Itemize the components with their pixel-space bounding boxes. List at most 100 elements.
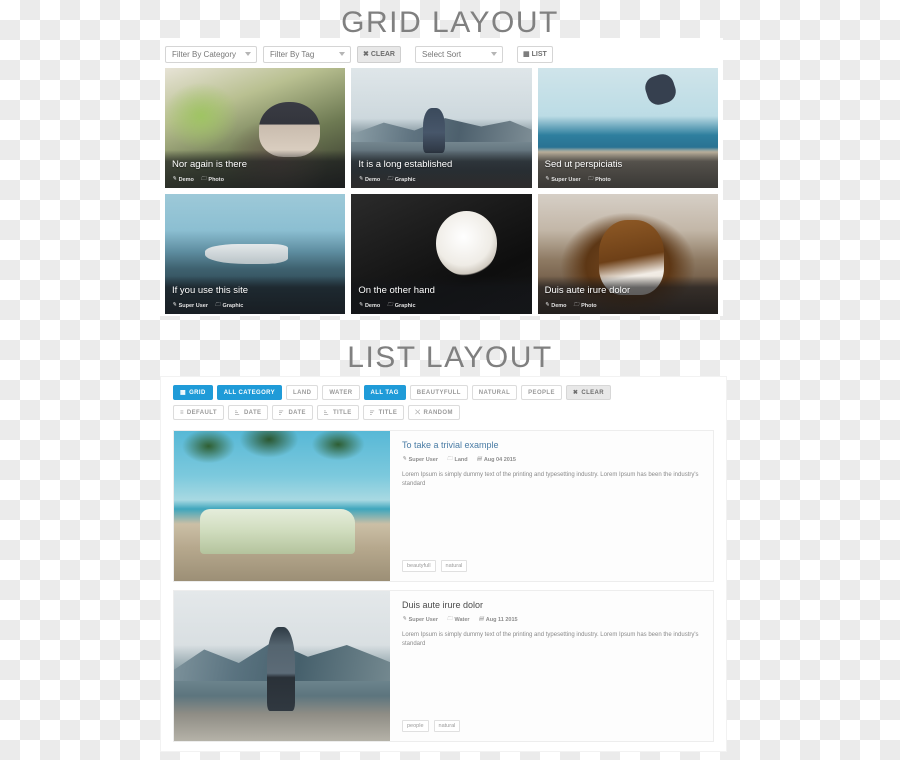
list-item-author: ✎ Super User [402,617,438,623]
list-item-category-label: Water [454,617,470,623]
list-item[interactable]: Duis aute irure dolor ✎ Super User 🗀 Water… [173,590,714,742]
list-item-title[interactable]: Duis aute irure dolor [402,600,701,610]
list-item-date-label: Aug 04 2015 [483,457,516,463]
folder-icon: 🗀 [446,616,453,623]
switch-to-list-button[interactable]: ▦ LIST [517,45,553,63]
grid-card-title: Sed ut perspiciatis [544,159,623,170]
grid-card[interactable]: Duis aute irure dolor ✎ Demo 🗀 Photo [537,194,718,314]
clear-filters-label: CLEAR [370,50,395,58]
list-item-body: To take a trivial example ✎ Super User 🗀 L… [390,431,713,581]
select-sort-dropdown[interactable]: Select Sort [415,45,503,63]
sort-amount-desc-icon [279,410,284,415]
select-sort-label: Select Sort [422,49,462,59]
sort-alpha-asc-icon [323,410,329,415]
tag-chip[interactable]: natural [440,560,468,572]
grid-card-category-label: Photo [581,303,597,309]
tag-chip[interactable]: people [402,720,429,732]
grid-card-meta: ✎ Demo 🗀 Graphic [358,303,415,309]
filter-button-label: ALL TAG [370,389,399,396]
grid-card[interactable]: On the other hand ✎ Demo 🗀 Graphic [351,194,532,314]
sort-button-default[interactable]: ≡ DEFAULT [173,405,224,420]
filter-button-beautyfull[interactable]: BEAUTYFULL [409,385,468,400]
grid-card-category-label: Photo [595,177,611,183]
sort-button-label: DEFAULT [186,409,217,416]
grid-card-category: 🗀 Photo [574,303,597,309]
pencil-icon: ✎ [544,302,550,309]
grid-card-author-label: Super User [178,303,208,309]
list-icon: ▦ [523,50,530,58]
filter-button-all-tag[interactable]: ALL TAG [363,385,406,400]
filter-button-label: NATURAL [478,389,511,396]
grid-card-author: ✎ Demo [545,303,567,309]
times-icon: ✖ [572,389,579,396]
pencil-icon: ✎ [402,616,407,623]
grid-card-author-label: Super User [551,177,581,183]
grid-card-title: Nor again is there [172,159,247,170]
folder-icon: 🗀 [387,176,393,183]
pencil-icon: ✎ [358,176,363,183]
tag-chip[interactable]: natural [433,720,461,732]
filter-button-natural[interactable]: NATURAL [471,385,518,400]
grid-card[interactable]: Nor again is there ✎ Demo 🗀 Photo [165,68,346,188]
list-item-tags: beautyfull natural [402,560,468,572]
filter-button-clear[interactable]: ✖ CLEAR [565,385,612,400]
sort-button-label: RANDOM [423,409,453,416]
folder-icon: 🗀 [387,302,393,309]
list-item-author-label: Super User [408,457,438,463]
filter-button-land[interactable]: LAND [286,385,319,400]
sort-button-title-desc[interactable]: TITLE [362,405,405,420]
chevron-down-icon [491,52,497,56]
folder-icon: 🗀 [587,176,594,183]
filter-button-people[interactable]: PEOPLE [521,385,562,400]
list-item-author-label: Super User [408,617,438,623]
switch-to-list-label: LIST [531,50,547,58]
list-item-excerpt: Lorem Ipsum is simply dummy text of the … [402,472,699,487]
grid-card[interactable]: It is a long established ✎ Demo 🗀 Graphic [351,68,532,188]
sort-button-title-asc[interactable]: TITLE [316,405,359,420]
filter-button-label: GRID [189,389,206,396]
grid-card-meta: ✎ Demo 🗀 Photo [172,177,224,183]
chevron-down-icon [245,52,251,56]
grid-layout-panel: Filter By Category Filter By Tag ✖ CLEAR… [160,38,723,316]
grid-row: Nor again is there ✎ Demo 🗀 Photo It is a … [165,68,718,188]
folder-icon: 🗀 [573,302,580,309]
filter-by-category-label: Filter By Category [172,49,237,59]
filter-button-grid[interactable]: ▦ GRID [173,385,213,400]
filter-button-all-category[interactable]: ALL CATEGORY [216,385,283,400]
grid-card-author-label: Demo [551,303,567,309]
times-icon: ✖ [363,50,369,58]
list-item-date: ▤ Aug 04 2015 [477,457,516,463]
list-item[interactable]: To take a trivial example ✎ Super User 🗀 L… [173,430,714,582]
list-sort-bar: ≡ DEFAULT DATE DATE TITLE TITLE ⤬ RANDOM [161,400,726,420]
grid-card-title: If you use this site [172,285,249,296]
grid-card-title: It is a long established [358,159,453,170]
grid-toolbar: Filter By Category Filter By Tag ✖ CLEAR… [160,38,723,68]
grid-card-category-label: Graphic [394,303,416,309]
list-item-container: To take a trivial example ✎ Super User 🗀 L… [161,420,726,742]
clear-filters-button[interactable]: ✖ CLEAR [357,45,401,63]
grid-card[interactable]: Sed ut perspiciatis ✎ Super User 🗀 Photo [537,68,718,188]
list-item-date: ▤ Aug 11 2015 [479,617,518,623]
grid-card-category-label: Graphic [394,177,416,183]
sort-button-date-desc[interactable]: DATE [272,405,313,420]
sort-button-date-asc[interactable]: DATE [227,405,269,420]
sort-button-random[interactable]: ⤬ RANDOM [408,405,460,420]
chevron-down-icon [339,52,345,56]
folder-icon: 🗀 [214,302,221,309]
list-item-category-label: Land [454,457,468,463]
calendar-icon: ▤ [476,456,482,463]
calendar-icon: ▤ [478,616,484,623]
list-item-image [174,431,390,581]
filter-by-category-select[interactable]: Filter By Category [165,45,257,63]
list-item-category: 🗀 Water [447,617,470,623]
sort-button-label: DATE [243,409,262,416]
filter-button-label: LAND [293,389,312,396]
list-item-title[interactable]: To take a trivial example [402,440,701,450]
filter-button-water[interactable]: WATER [322,385,360,400]
grid-card[interactable]: If you use this site ✎ Super User 🗀 Graphi… [165,194,346,314]
filter-by-tag-select[interactable]: Filter By Tag [263,45,351,63]
grid-card-author-label: Demo [364,177,381,183]
tag-chip[interactable]: beautyfull [402,560,436,572]
random-icon: ⤬ [415,409,421,416]
bars-icon: ≡ [180,409,184,416]
